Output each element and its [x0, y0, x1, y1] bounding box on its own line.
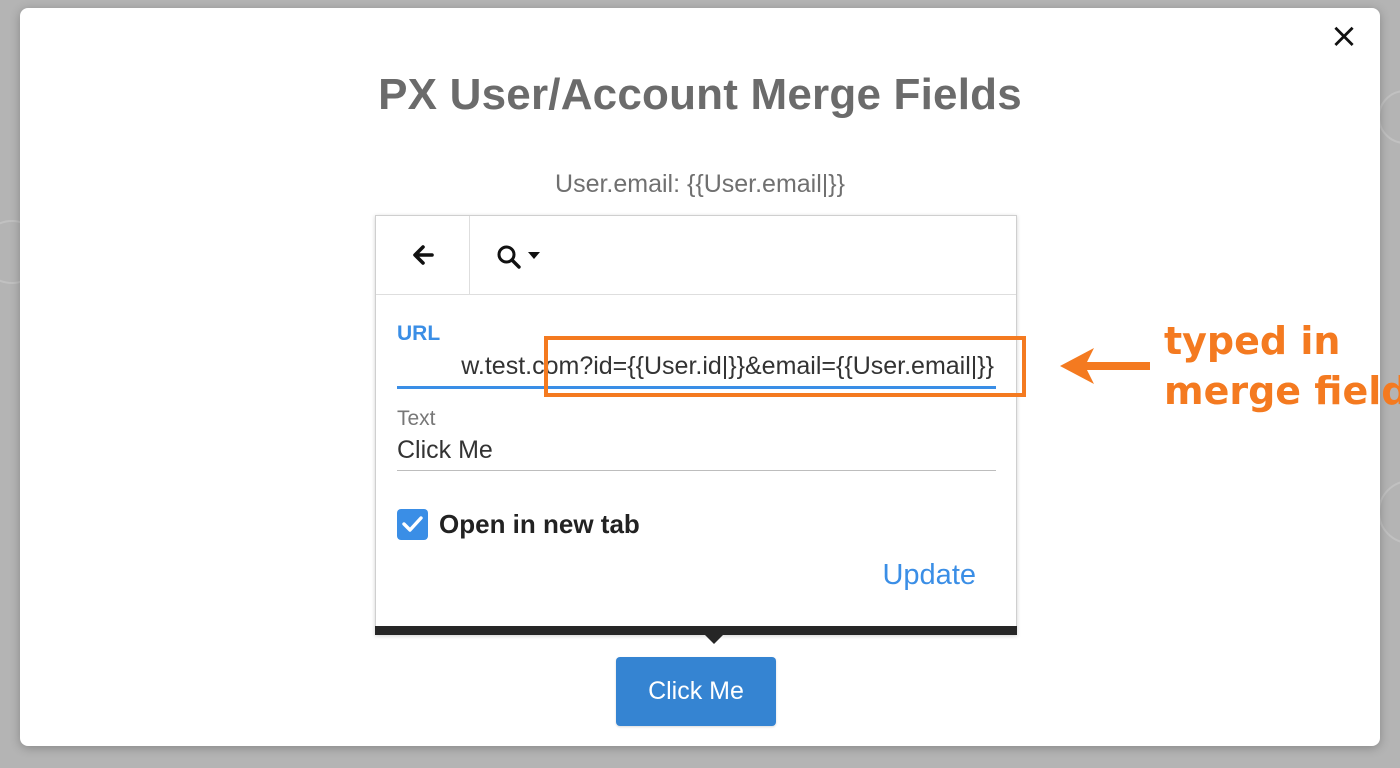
- back-button[interactable]: [376, 216, 470, 294]
- popover-pointer: [705, 635, 723, 644]
- merge-field-text: User.email: {{User.email|}}: [555, 170, 845, 198]
- annotation-line-2: merge fields: [1164, 369, 1400, 413]
- arrow-left-icon: [413, 245, 434, 265]
- text-input[interactable]: Click Me: [397, 432, 996, 471]
- background-decoration: [1378, 90, 1400, 144]
- link-editor-toolbar: [376, 216, 1016, 295]
- annotation-arrow-icon: [1060, 348, 1150, 384]
- url-label: URL: [397, 322, 441, 345]
- modal-title: PX User/Account Merge Fields: [378, 70, 1022, 119]
- popover-bottom-bar: [375, 626, 1017, 635]
- annotation-callout: typed in merge fields: [1164, 316, 1400, 416]
- click-me-button[interactable]: Click Me: [616, 657, 776, 726]
- update-button[interactable]: Update: [882, 559, 976, 592]
- checkmark-icon: [402, 516, 423, 532]
- link-editor-popover: URL w.test.com?id={{User.id|}}&email={{U…: [375, 215, 1017, 635]
- search-dropdown-button[interactable]: [486, 216, 556, 294]
- caret-down-icon: [528, 252, 540, 259]
- merge-fields-modal: × PX User/Account Merge Fields User.emai…: [20, 8, 1400, 746]
- text-input-value: Click Me: [397, 436, 493, 464]
- close-button[interactable]: ×: [1326, 18, 1362, 54]
- open-in-new-tab-label[interactable]: Open in new tab: [439, 509, 640, 540]
- url-input[interactable]: w.test.com?id={{User.id|}}&email={{User.…: [397, 346, 996, 389]
- text-label: Text: [397, 407, 436, 430]
- annotation-line-1: typed in: [1164, 319, 1341, 363]
- url-input-value: w.test.com?id={{User.id|}}&email={{User.…: [461, 352, 994, 380]
- open-in-new-tab-checkbox[interactable]: [397, 509, 428, 540]
- search-icon: [497, 245, 521, 269]
- background-decoration: [1378, 480, 1400, 544]
